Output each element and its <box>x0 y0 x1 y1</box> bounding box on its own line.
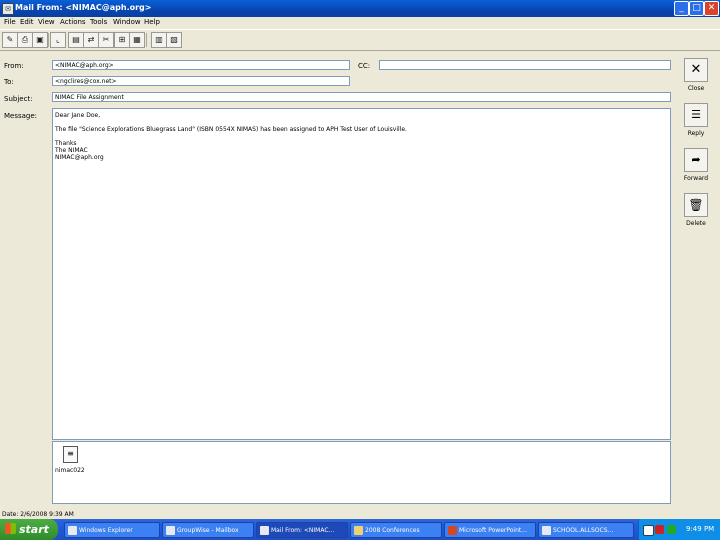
document-icon <box>542 526 551 535</box>
reply-button[interactable]: ☰ <box>684 103 708 127</box>
menu-edit[interactable]: Edit <box>20 18 34 26</box>
new-mail-icon[interactable]: ✎ <box>2 32 18 48</box>
status-bar: Date: 2/6/2008 9:39 AM <box>0 509 720 519</box>
taskbar-item-school[interactable]: SCHOOL.ALLSOCS... <box>538 522 634 538</box>
minimize-button[interactable]: _ <box>674 1 689 16</box>
toolbar: ✎ ⎙ ▣ ⌞ ▤ ⇄ ✂ ⊞ ▦ ▥ ▧ <box>0 29 720 51</box>
cc-label: CC: <box>358 62 371 70</box>
message-body[interactable]: Dear Jane Doe, The file "Science Explora… <box>52 108 671 440</box>
chart-icon[interactable]: ⌞ <box>50 32 66 48</box>
menu-bar: File Edit View Actions Tools Window Help <box>0 17 720 29</box>
windows-logo-icon <box>5 523 16 534</box>
folder-icon <box>68 526 77 535</box>
to-label: To: <box>4 78 14 86</box>
layout-icon[interactable]: ▦ <box>129 32 145 48</box>
taskbar-item-mail[interactable]: Mail From: <NIMAC... <box>256 522 348 538</box>
forward-label: Forward <box>683 175 709 182</box>
message-text: The file "Science Explorations Bluegrass… <box>55 126 407 133</box>
menu-file[interactable]: File <box>4 18 16 26</box>
folder-icon <box>354 526 363 535</box>
print-icon[interactable]: ⎙ <box>17 32 33 48</box>
tray-arrow-icon[interactable] <box>643 525 654 536</box>
message-thanks: Thanks <box>55 140 77 147</box>
reply-label: Reply <box>687 130 705 137</box>
powerpoint-icon <box>448 526 457 535</box>
taskbar-item-conferences[interactable]: 2008 Conferences <box>350 522 442 538</box>
attachment-pane: ≡ nimac022 <box>52 441 671 504</box>
delete-button[interactable]: 🗑 <box>684 193 708 217</box>
menu-window[interactable]: Window <box>113 18 141 26</box>
mail-app-icon: ✉ <box>2 3 14 15</box>
attachment-file-icon[interactable]: ≡ <box>63 446 78 463</box>
cut-icon[interactable]: ✂ <box>98 32 114 48</box>
tray-m-icon[interactable] <box>655 525 664 534</box>
attachment-name[interactable]: nimac022 <box>55 467 85 474</box>
taskbar-item-powerpoint[interactable]: Microsoft PowerPoint... <box>444 522 536 538</box>
close-message-button[interactable]: ✕ <box>684 58 708 82</box>
start-label: start <box>19 523 49 536</box>
title-bar[interactable]: ✉ Mail From: <NIMAC@aph.org> _ □ ✕ <box>0 0 720 17</box>
start-button[interactable]: start <box>0 519 58 540</box>
menu-view[interactable]: View <box>38 18 55 26</box>
from-field[interactable]: <NIMAC@aph.org> <box>52 60 350 70</box>
status-date: Date: 2/6/2008 9:39 AM <box>2 511 74 518</box>
toolbar-separator <box>48 33 49 47</box>
arrange-icon[interactable]: ⊞ <box>114 32 130 48</box>
message-signature: The NIMAC <box>55 147 88 154</box>
toolbar-separator <box>146 33 147 47</box>
close-window-button[interactable]: ✕ <box>704 1 719 16</box>
maximize-button[interactable]: □ <box>689 1 704 16</box>
subject-field[interactable]: NIMAC File Assignment <box>52 92 671 102</box>
message-greeting: Dear Jane Doe, <box>55 112 101 119</box>
tray-shield-icon[interactable] <box>667 525 676 534</box>
address-book-icon[interactable]: ▤ <box>68 32 84 48</box>
close-label: Close <box>687 85 705 92</box>
clock: 9:49 PM <box>686 525 715 533</box>
message-signature-email: NIMAC@aph.org <box>55 154 104 161</box>
cc-field[interactable] <box>379 60 671 70</box>
trash-icon[interactable]: ▥ <box>151 32 167 48</box>
taskbar-item-groupwise[interactable]: GroupWise - Mailbox <box>162 522 254 538</box>
message-label: Message: <box>4 112 38 120</box>
groupwise-icon <box>166 526 175 535</box>
to-field[interactable]: <ngclires@cox.net> <box>52 76 350 86</box>
mail-icon <box>260 526 269 535</box>
send-receive-icon[interactable]: ⇄ <box>83 32 99 48</box>
menu-help[interactable]: Help <box>144 18 160 26</box>
from-label: From: <box>4 62 24 70</box>
book-icon[interactable]: ▧ <box>166 32 182 48</box>
delete-label: Delete <box>686 220 706 227</box>
window-title: Mail From: <NIMAC@aph.org> <box>15 3 152 12</box>
forward-button[interactable]: ➦ <box>684 148 708 172</box>
menu-tools[interactable]: Tools <box>90 18 107 26</box>
save-icon[interactable]: ▣ <box>32 32 48 48</box>
subject-label: Subject: <box>4 95 33 103</box>
menu-actions[interactable]: Actions <box>60 18 86 26</box>
taskbar-item-explorer[interactable]: Windows Explorer <box>64 522 160 538</box>
